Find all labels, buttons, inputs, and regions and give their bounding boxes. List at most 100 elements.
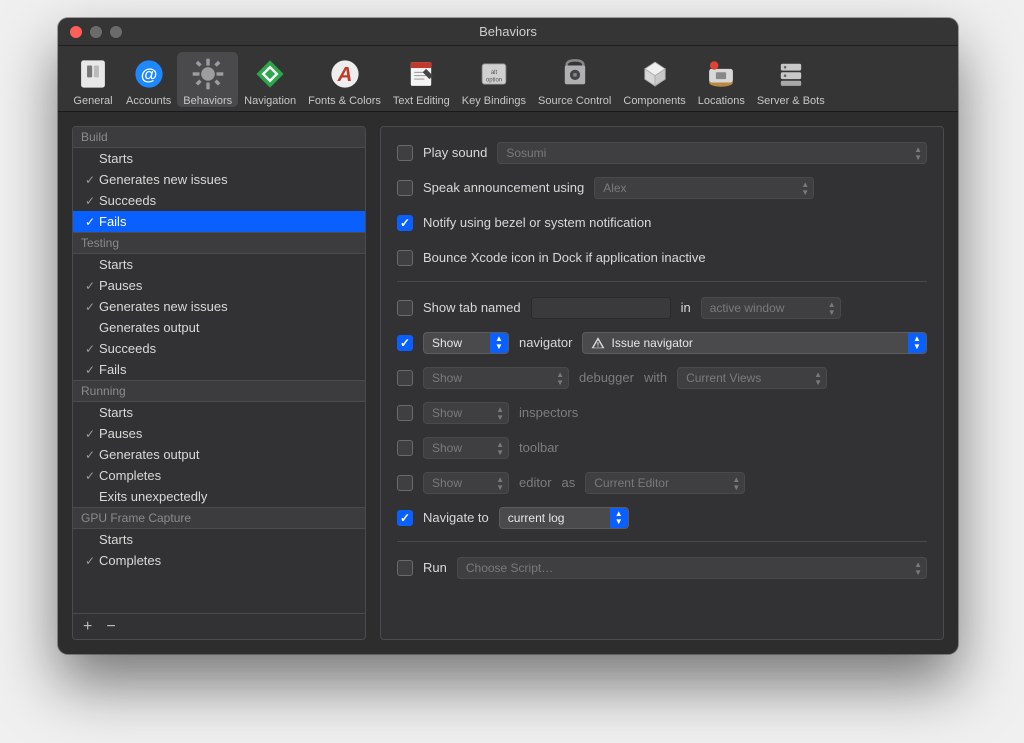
behavior-row-label: Completes — [99, 553, 161, 568]
editor-label: editor — [519, 475, 552, 490]
debugger-value-select[interactable]: Current Views ▲▼ — [677, 367, 827, 389]
notify-checkbox[interactable] — [397, 215, 413, 231]
toolbar-source-control[interactable]: Source Control — [532, 52, 617, 107]
notify-label: Notify using bezel or system notificatio… — [423, 215, 651, 230]
toolbar-mode-select[interactable]: Show ▲▼ — [423, 437, 509, 459]
toolbar-text-editing[interactable]: Text Editing — [387, 52, 456, 107]
toolbar-key-bindings[interactable]: alt option Key Bindings — [456, 52, 532, 107]
toolbar-navigation[interactable]: Navigation — [238, 52, 302, 107]
toolbar-components[interactable]: Components — [617, 52, 691, 107]
behaviors-sidebar: BuildStarts✓Generates new issues✓Succeed… — [72, 126, 366, 640]
check-icon: ✓ — [81, 173, 99, 187]
check-icon: ✓ — [81, 194, 99, 208]
inspectors-checkbox[interactable] — [397, 405, 413, 421]
behavior-row[interactable]: ✓Generates new issues — [73, 296, 365, 317]
behavior-row-label: Generates new issues — [99, 299, 228, 314]
navigate-checkbox[interactable] — [397, 510, 413, 526]
behavior-row-label: Starts — [99, 532, 133, 547]
editor-mode-select[interactable]: Show ▲▼ — [423, 472, 509, 494]
group-header: Build — [73, 127, 365, 148]
toolbar-label: Fonts & Colors — [308, 95, 381, 107]
behavior-row[interactable]: ✓Completes — [73, 465, 365, 486]
add-behavior-button[interactable]: + — [83, 619, 92, 635]
behavior-row-label: Succeeds — [99, 193, 156, 208]
run-script-select[interactable]: Choose Script… ▲▼ — [457, 557, 927, 579]
behavior-row[interactable]: ✓Fails — [73, 359, 365, 380]
svg-text:alt: alt — [491, 70, 498, 76]
navigator-label: navigator — [519, 335, 572, 350]
show-tab-checkbox[interactable] — [397, 300, 413, 316]
navigator-mode-select[interactable]: Show ▲▼ — [423, 332, 509, 354]
behavior-row[interactable]: ✓Pauses — [73, 423, 365, 444]
editor-value-select[interactable]: Current Editor ▲▼ — [585, 472, 745, 494]
play-sound-select[interactable]: Sosumi ▲▼ — [497, 142, 927, 164]
bounce-label: Bounce Xcode icon in Dock if application… — [423, 250, 706, 265]
toolbar-fonts-colors[interactable]: A Fonts & Colors — [302, 52, 387, 107]
toolbar-behaviors[interactable]: Behaviors — [177, 52, 238, 107]
behavior-row[interactable]: ✓Succeeds — [73, 190, 365, 211]
server-bots-icon — [773, 56, 809, 92]
remove-behavior-button[interactable]: − — [106, 619, 115, 635]
behavior-row[interactable]: Generates output — [73, 317, 365, 338]
behavior-row[interactable]: ✓Completes — [73, 550, 365, 571]
behavior-row-label: Completes — [99, 468, 161, 483]
behavior-row[interactable]: Starts — [73, 402, 365, 423]
behavior-row[interactable]: Starts — [73, 148, 365, 169]
toolbar-label: Key Bindings — [462, 95, 526, 107]
toolbar-label: Behaviors — [183, 95, 232, 107]
general-icon — [75, 56, 111, 92]
speak-checkbox[interactable] — [397, 180, 413, 196]
check-icon: ✓ — [81, 363, 99, 377]
behavior-row[interactable]: ✓Succeeds — [73, 338, 365, 359]
check-icon: ✓ — [81, 342, 99, 356]
check-icon: ✓ — [81, 469, 99, 483]
warning-icon — [591, 336, 605, 350]
behavior-row[interactable]: Exits unexpectedly — [73, 486, 365, 507]
debugger-label: debugger — [579, 370, 634, 385]
check-icon: ✓ — [81, 554, 99, 568]
run-checkbox[interactable] — [397, 560, 413, 576]
behavior-row[interactable]: ✓Generates output — [73, 444, 365, 465]
toolbar-server-bots[interactable]: Server & Bots — [751, 52, 831, 107]
show-tab-name-input[interactable] — [531, 297, 671, 319]
behavior-row-label: Fails — [99, 362, 126, 377]
show-tab-label: Show tab named — [423, 300, 521, 315]
locations-icon — [703, 56, 739, 92]
speak-voice-select[interactable]: Alex ▲▼ — [594, 177, 814, 199]
behavior-row[interactable]: ✓Generates new issues — [73, 169, 365, 190]
behavior-row[interactable]: Starts — [73, 254, 365, 275]
behavior-row[interactable]: ✓Fails — [73, 211, 365, 232]
svg-text:A: A — [336, 64, 352, 86]
speak-label: Speak announcement using — [423, 180, 584, 195]
toolbar-label: Navigation — [244, 95, 296, 107]
toolbar-label: toolbar — [519, 440, 559, 455]
show-tab-in-label: in — [681, 300, 691, 315]
navigation-icon — [252, 56, 288, 92]
show-tab-window-select[interactable]: active window ▲▼ — [701, 297, 841, 319]
behavior-row[interactable]: Starts — [73, 529, 365, 550]
navigate-value-select[interactable]: current log ▲▼ — [499, 507, 629, 529]
inspectors-mode-select[interactable]: Show ▲▼ — [423, 402, 509, 424]
toolbar-label: Source Control — [538, 95, 611, 107]
behavior-row[interactable]: ✓Pauses — [73, 275, 365, 296]
toolbar-locations[interactable]: Locations — [692, 52, 751, 107]
behaviors-icon — [190, 56, 226, 92]
debugger-mode-select[interactable]: Show ▲▼ — [423, 367, 569, 389]
play-sound-checkbox[interactable] — [397, 145, 413, 161]
editor-as-label: as — [562, 475, 576, 490]
editor-checkbox[interactable] — [397, 475, 413, 491]
group-header: Running — [73, 380, 365, 402]
text-editing-icon — [403, 56, 439, 92]
toolbar-general[interactable]: General — [66, 52, 120, 107]
window-title: Behaviors — [58, 24, 958, 39]
toolbar-checkbox[interactable] — [397, 440, 413, 456]
navigator-checkbox[interactable] — [397, 335, 413, 351]
svg-text:option: option — [486, 78, 502, 84]
behaviors-list[interactable]: BuildStarts✓Generates new issues✓Succeed… — [73, 127, 365, 613]
bounce-checkbox[interactable] — [397, 250, 413, 266]
group-header: Testing — [73, 232, 365, 254]
navigator-value-select[interactable]: Issue navigator ▲▼ — [582, 332, 927, 354]
toolbar-accounts[interactable]: @Accounts — [120, 52, 177, 107]
behavior-row-label: Pauses — [99, 278, 142, 293]
debugger-checkbox[interactable] — [397, 370, 413, 386]
